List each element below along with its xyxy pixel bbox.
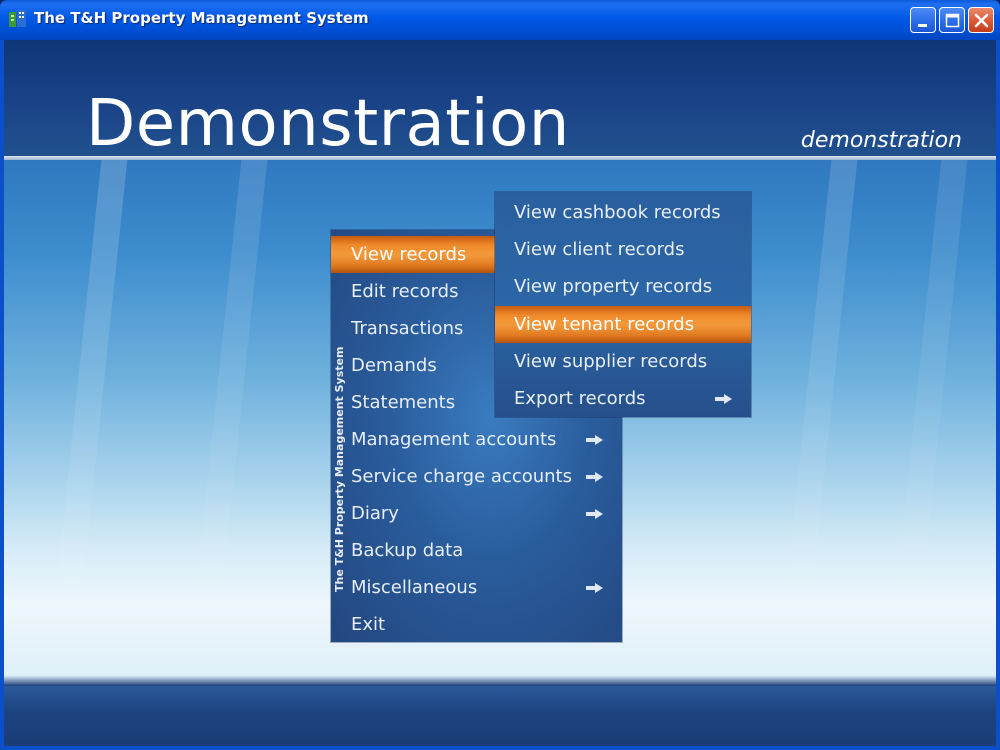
menu-item-label: Management accounts [351,429,557,450]
window-title: The T&H Property Management System [34,9,369,27]
minimize-button[interactable] [910,7,936,33]
menu-item-label: Service charge accounts [351,466,572,487]
menu-item-management-accounts[interactable]: Management accounts [331,421,622,458]
submenu-item-label: View cashbook records [514,202,721,223]
submenu-item-tenant[interactable]: View tenant records [495,306,751,343]
menu-item-label: Miscellaneous [351,577,478,598]
menu-item-diary[interactable]: Diary [331,495,622,532]
page-title: Demonstration [86,87,570,161]
submenu-item-label: View client records [514,239,685,260]
submenu-item-property[interactable]: View property records [495,268,751,305]
footer-band [4,686,996,746]
submenu-item-label: View supplier records [514,351,708,372]
close-button[interactable] [968,7,994,33]
submenu-item-client[interactable]: View client records [495,231,751,268]
menu-item-label: Diary [351,503,399,524]
arrow-right-icon [586,583,603,593]
submenu-item-cashbook[interactable]: View cashbook records [495,194,751,231]
arrow-right-icon [586,435,603,445]
submenu-item-label: Export records [514,388,646,409]
menu-item-view-records[interactable]: View records [331,236,497,273]
menu-item-label: Statements [351,392,456,413]
menu-item-miscellaneous[interactable]: Miscellaneous [331,569,622,606]
submenu-item-label: View tenant records [514,314,695,335]
minimize-icon [918,24,927,27]
app-icon [9,10,26,27]
menu-item-backup-data[interactable]: Backup data [331,532,622,569]
menu-item-exit[interactable]: Exit [331,606,622,643]
background-streak [776,160,858,680]
background-streak [46,160,128,680]
submenu-item-supplier[interactable]: View supplier records [495,343,751,380]
app-client-area: Demonstration demonstration The T&H Prop… [4,40,996,746]
arrow-right-icon [586,472,603,482]
submenu-item-label: View property records [514,276,713,297]
menu-item-label: Edit records [351,281,459,302]
menu-item-label: Demands [351,355,437,376]
view-records-submenu: View cashbook records View client record… [495,192,751,417]
background-streak [886,160,968,680]
background-streak [186,160,268,680]
maximize-icon [945,13,960,28]
page-subtitle: demonstration [800,128,962,153]
menu-item-service-charge-accounts[interactable]: Service charge accounts [331,458,622,495]
menu-item-label: View records [351,244,467,265]
maximize-button[interactable] [939,7,965,33]
close-icon [974,13,989,28]
submenu-item-export[interactable]: Export records [495,380,751,417]
arrow-right-icon [586,509,603,519]
menu-item-label: Backup data [351,540,464,561]
title-bar[interactable]: The T&H Property Management System [0,0,1000,40]
arrow-right-icon [715,394,732,404]
menu-item-label: Exit [351,614,386,635]
menu-item-label: Transactions [351,318,464,339]
